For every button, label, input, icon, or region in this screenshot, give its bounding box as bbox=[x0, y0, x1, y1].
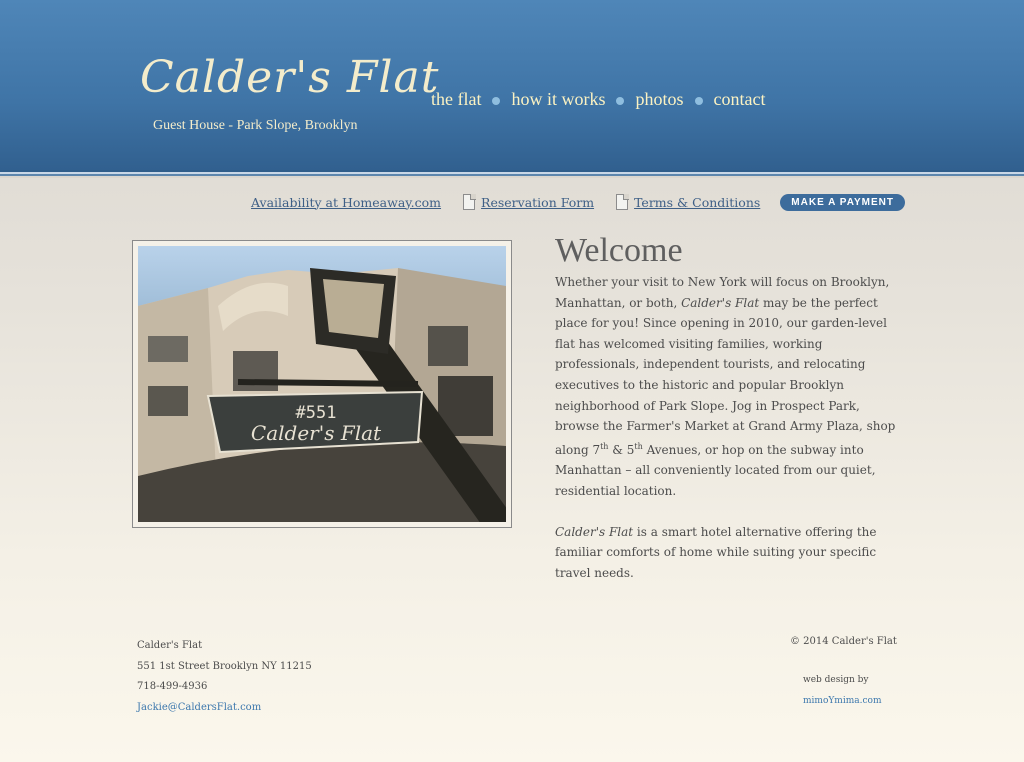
welcome-paragraph-2: Calder's Flat is a smart hotel alternati… bbox=[555, 522, 900, 584]
design-credit-label: web design by bbox=[803, 675, 869, 685]
welcome-text-segment: & 5 bbox=[608, 442, 635, 457]
utility-links: Availability at Homeaway.com Reservation… bbox=[251, 190, 911, 214]
design-credit-link[interactable]: mimoYmima.com bbox=[803, 696, 881, 706]
nav-item-photos[interactable]: photos bbox=[635, 89, 683, 110]
main-nav: the flat how it works photos contact bbox=[431, 89, 765, 110]
welcome-heading: Welcome bbox=[555, 232, 683, 269]
document-icon bbox=[616, 193, 629, 210]
document-icon bbox=[463, 193, 476, 210]
nav-separator-dot bbox=[694, 96, 703, 105]
photo-frame: #551 Calder's Flat bbox=[132, 240, 512, 528]
footer-contact: Calder's Flat 551 1st Street Brooklyn NY… bbox=[137, 636, 312, 718]
welcome-text: Whether your visit to New York will focu… bbox=[555, 272, 900, 603]
nav-separator-dot bbox=[492, 96, 501, 105]
building-illustration: #551 Calder's Flat bbox=[138, 268, 506, 522]
site-tagline: Guest House - Park Slope, Brooklyn bbox=[153, 118, 358, 133]
welcome-text-segment: Avenues, or hop on the subway into Manha… bbox=[555, 442, 876, 498]
make-payment-button[interactable]: MAKE A PAYMENT bbox=[780, 193, 906, 211]
brand-emphasis: Calder's Flat bbox=[681, 295, 760, 310]
availability-link[interactable]: Availability at Homeaway.com bbox=[251, 195, 441, 210]
footer-email-link[interactable]: Jackie@CaldersFlat.com bbox=[137, 702, 261, 713]
footer-phone: 718-499-4936 bbox=[137, 681, 208, 692]
copyright-text: © 2014 Calder's Flat bbox=[790, 636, 897, 647]
reservation-form-link[interactable]: Reservation Form bbox=[481, 195, 594, 210]
building-photo: #551 Calder's Flat bbox=[138, 246, 506, 522]
nav-separator-dot bbox=[616, 96, 625, 105]
nav-item-the-flat[interactable]: the flat bbox=[431, 89, 481, 110]
sign-name: Calder's Flat bbox=[251, 421, 382, 445]
ordinal-suffix: th bbox=[634, 441, 643, 451]
nav-item-how-it-works[interactable]: how it works bbox=[511, 89, 605, 110]
site-logo[interactable]: Calder's Flat bbox=[140, 52, 439, 103]
welcome-paragraph-1: Whether your visit to New York will focu… bbox=[555, 272, 900, 502]
terms-link[interactable]: Terms & Conditions bbox=[634, 195, 760, 210]
footer-name: Calder's Flat bbox=[137, 640, 203, 651]
site-header: Calder's Flat Guest House - Park Slope, … bbox=[0, 0, 1024, 170]
sign-number: #551 bbox=[296, 403, 337, 423]
nav-item-contact[interactable]: contact bbox=[714, 89, 766, 110]
header-divider bbox=[0, 170, 1024, 178]
brand-emphasis: Calder's Flat bbox=[555, 524, 634, 539]
welcome-text-segment: may be the perfect place for you! Since … bbox=[555, 295, 896, 457]
footer-address: 551 1st Street Brooklyn NY 11215 bbox=[137, 660, 312, 672]
